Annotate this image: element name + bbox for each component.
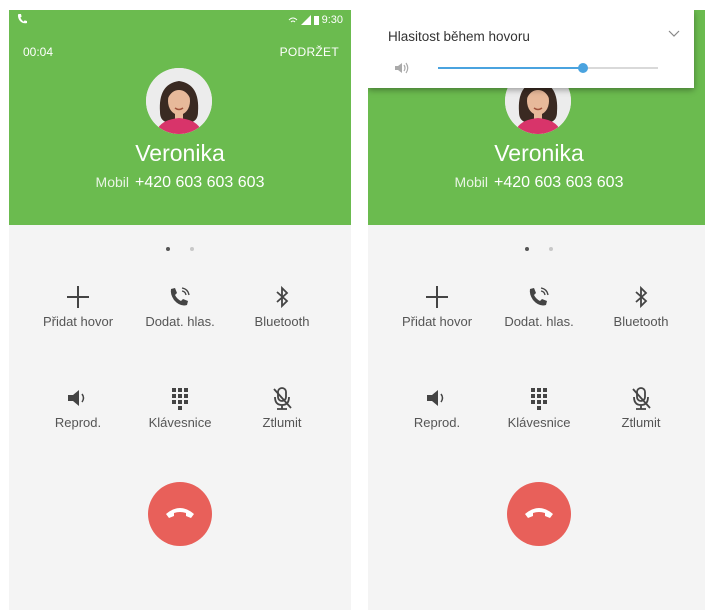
- mute-label: Ztlumit: [621, 415, 661, 430]
- page-dot: [190, 247, 194, 251]
- bluetooth-label: Bluetooth: [613, 314, 669, 329]
- mute-icon: [273, 387, 292, 410]
- mute-icon: [632, 387, 651, 410]
- extra-volume-label: Dodat. hlas.: [145, 314, 215, 329]
- add-call-label: Přidat hovor: [42, 314, 114, 329]
- number-type-label: Mobil: [95, 174, 129, 190]
- mute-label: Ztlumit: [262, 415, 302, 430]
- in-call-volume-popup: Hlasitost během hovoru: [368, 10, 694, 88]
- call-timer: 00:04: [23, 45, 54, 59]
- contact-avatar: [146, 68, 212, 134]
- contact-name: Veronika: [494, 140, 584, 166]
- extra-volume-icon: [170, 287, 190, 306]
- status-time: 9:30: [321, 14, 343, 26]
- chevron-down-icon[interactable]: [668, 30, 680, 38]
- mute-button[interactable]: Ztlumit: [232, 385, 332, 430]
- phone-status-icon: [17, 14, 27, 24]
- keypad-icon: [172, 388, 188, 410]
- number-type-label: Mobil: [454, 174, 488, 190]
- call-screen-1: 9:30 00:04 PODRŽET Veronika Mobil +420 60…: [9, 10, 351, 610]
- volume-slider-fill: [438, 67, 584, 69]
- hold-button[interactable]: PODRŽET: [280, 45, 339, 59]
- mute-button[interactable]: Ztlumit: [591, 385, 691, 430]
- volume-slider-thumb[interactable]: [578, 63, 589, 73]
- cell-signal-icon: [300, 15, 311, 25]
- volume-speaker-icon: [395, 62, 409, 74]
- keypad-icon: [531, 388, 547, 410]
- volume-popup-title: Hlasitost během hovoru: [388, 29, 530, 44]
- bluetooth-button[interactable]: Bluetooth: [591, 284, 691, 329]
- end-call-icon: [525, 508, 553, 518]
- bluetooth-icon: [276, 285, 289, 309]
- bluetooth-label: Bluetooth: [254, 314, 310, 329]
- speaker-icon: [68, 390, 85, 406]
- add-call-label: Přidat hovor: [401, 314, 473, 329]
- bluetooth-icon: [635, 285, 648, 309]
- end-call-button[interactable]: [148, 482, 212, 546]
- add-call-button[interactable]: Přidat hovor: [28, 284, 128, 329]
- phone-number: +420 603 603 603: [135, 174, 265, 191]
- speaker-button[interactable]: Reprod.: [28, 385, 128, 430]
- call-header: 9:30 00:04 PODRŽET Veronika Mobil +420 60…: [9, 10, 351, 225]
- plus-icon: [67, 286, 89, 308]
- bluetooth-button[interactable]: Bluetooth: [232, 284, 332, 329]
- contact-number: Mobil +420 603 603 603: [9, 174, 351, 192]
- keypad-button[interactable]: Klávesnice: [489, 385, 589, 430]
- keypad-label: Klávesnice: [507, 415, 571, 430]
- end-call-button[interactable]: [507, 482, 571, 546]
- status-right: 9:30: [288, 14, 343, 26]
- extra-volume-button[interactable]: Dodat. hlas.: [130, 284, 230, 329]
- call-screen-2: Veronika Mobil +420 603 603 603 Hlasitost…: [368, 10, 705, 610]
- contact-number: Mobil +420 603 603 603: [368, 174, 705, 192]
- contact-name: Veronika: [135, 140, 225, 166]
- page-dot-active: [525, 247, 529, 251]
- speaker-icon: [427, 390, 444, 406]
- page-dot-active: [166, 247, 170, 251]
- extra-volume-button[interactable]: Dodat. hlas.: [489, 284, 589, 329]
- phone-number: +420 603 603 603: [494, 174, 624, 191]
- status-bar: 9:30: [9, 10, 351, 30]
- volume-slider[interactable]: [438, 63, 658, 73]
- extra-volume-icon: [529, 287, 549, 306]
- keypad-label: Klávesnice: [148, 415, 212, 430]
- speaker-label: Reprod.: [54, 415, 102, 430]
- wifi-signal-icon: [288, 17, 297, 23]
- page-indicator: [368, 238, 705, 256]
- add-call-button[interactable]: Přidat hovor: [387, 284, 487, 329]
- end-call-icon: [166, 508, 194, 518]
- speaker-label: Reprod.: [413, 415, 461, 430]
- page-dot: [549, 247, 553, 251]
- keypad-button[interactable]: Klávesnice: [130, 385, 230, 430]
- battery-icon: [313, 15, 319, 25]
- plus-icon: [426, 286, 448, 308]
- page-indicator: [9, 238, 351, 256]
- speaker-button[interactable]: Reprod.: [387, 385, 487, 430]
- extra-volume-label: Dodat. hlas.: [504, 314, 574, 329]
